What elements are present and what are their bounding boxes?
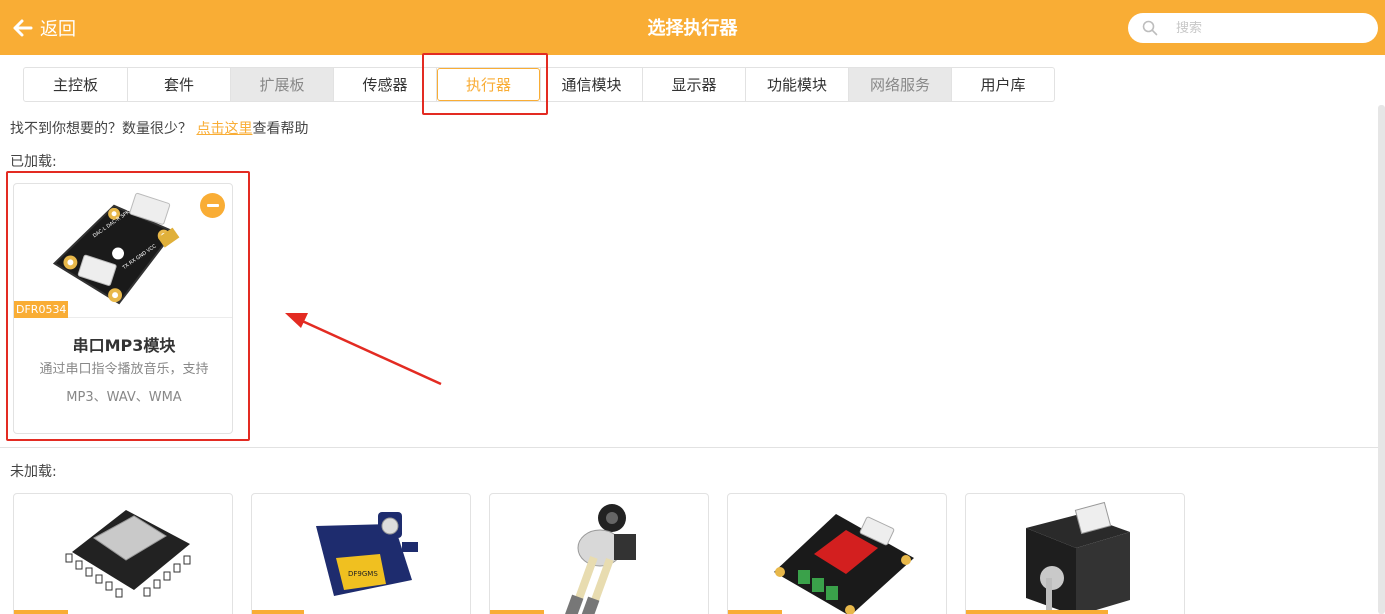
stepper-motor-icon xyxy=(1026,501,1130,614)
tab-label: 通信模块 xyxy=(561,76,622,94)
help-suffix: 查看帮助 xyxy=(252,121,309,137)
peristaltic-pump-icon xyxy=(564,504,636,614)
tab-label: 功能模块 xyxy=(766,76,827,94)
module-code-badge xyxy=(252,610,304,614)
unloaded-module-card[interactable]: DF9GMS xyxy=(251,493,471,614)
help-link[interactable]: 点击这里 xyxy=(196,121,252,137)
tab-label: 套件 xyxy=(163,76,194,94)
module-code-badge xyxy=(728,610,782,614)
tab-label: 用户库 xyxy=(980,76,1026,94)
search-input[interactable] xyxy=(1176,20,1366,36)
module-code-badge xyxy=(490,610,544,614)
loaded-section-label: 已加载: xyxy=(10,154,57,170)
unloaded-module-card[interactable] xyxy=(13,493,233,614)
tab-mainboard[interactable]: 主控板 xyxy=(24,68,128,101)
search-box[interactable] xyxy=(1128,13,1378,43)
mp3-player-module-icon xyxy=(65,510,191,598)
tab-function-module[interactable]: 功能模块 xyxy=(746,68,849,101)
tab-kit[interactable]: 套件 xyxy=(128,68,231,101)
module-description: 通过串口指令播放音乐，支持MP3、WAV、WMA xyxy=(39,362,209,405)
top-bar: 返回 选择执行器 xyxy=(0,0,1385,55)
tab-expansion-board[interactable]: 扩展板 xyxy=(231,68,334,101)
tab-display[interactable]: 显示器 xyxy=(643,68,746,101)
tab-label: 扩展板 xyxy=(259,76,305,94)
unloaded-module-card[interactable] xyxy=(965,493,1185,614)
tab-label: 显示器 xyxy=(671,76,717,94)
search-icon xyxy=(1142,20,1158,36)
tab-user-library[interactable]: 用户库 xyxy=(952,68,1054,101)
unloaded-module-card[interactable] xyxy=(727,493,947,614)
unloaded-module-card[interactable] xyxy=(489,493,709,614)
tab-communication[interactable]: 通信模块 xyxy=(540,68,643,101)
tab-label: 传感器 xyxy=(362,76,408,94)
module-code-badge xyxy=(14,610,68,614)
help-text: 找不到你想要的？数量很少？ 点击这里查看帮助 xyxy=(10,118,308,138)
tab-label: 网络服务 xyxy=(869,76,930,94)
section-divider xyxy=(0,447,1385,448)
category-tabs: 主控板 套件 扩展板 传感器 执行器 通信模块 显示器 功能模块 网络服务 用户… xyxy=(23,67,1055,102)
unloaded-section-label: 未加载: xyxy=(10,464,57,480)
loaded-module-card[interactable]: DAC-L DAC-R SPK TX RX GND VCC DFR0534 串口… xyxy=(13,183,233,434)
tab-actuator[interactable]: 执行器 xyxy=(437,68,540,101)
tab-label: 执行器 xyxy=(465,76,511,94)
help-prefix: 找不到你想要的？数量很少？ xyxy=(10,121,192,137)
tab-network-service[interactable]: 网络服务 xyxy=(849,68,952,101)
module-code-badge: DFR0534 xyxy=(14,301,69,318)
scrollbar[interactable] xyxy=(1378,105,1385,614)
svg-text:DF9GMS: DF9GMS xyxy=(348,570,378,578)
tab-sensor[interactable]: 传感器 xyxy=(334,68,437,101)
servo-motor-icon: DF9GMS xyxy=(316,512,418,596)
relay-module-icon xyxy=(774,514,914,614)
module-name: 串口MP3模块 xyxy=(72,336,176,355)
module-code-badge xyxy=(966,610,1108,614)
remove-module-button[interactable] xyxy=(200,193,225,218)
tab-label: 主控板 xyxy=(52,76,98,94)
minus-icon xyxy=(206,204,219,207)
